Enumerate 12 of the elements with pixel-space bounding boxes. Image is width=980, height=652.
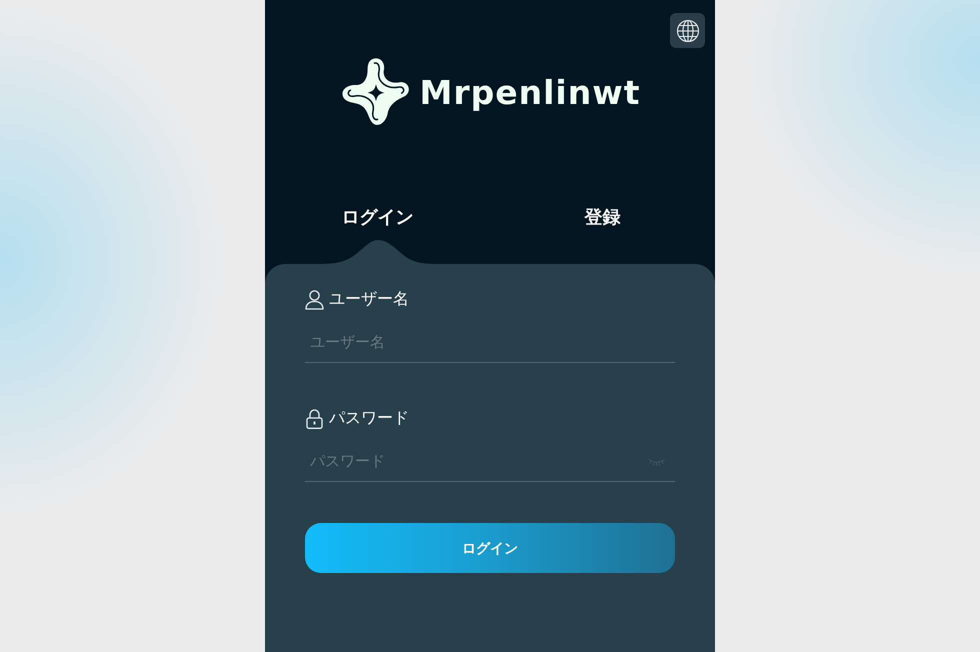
- logo-text: Mrpenlinwt: [420, 76, 640, 108]
- lock-icon: [305, 409, 324, 429]
- tab[interactable]: ログイン: [265, 178, 490, 264]
- person-icon: [305, 290, 324, 310]
- logo-icon: [340, 57, 412, 127]
- password-field[interactable]: パスワード: [305, 442, 675, 482]
- tab[interactable]: 登録: [490, 178, 715, 264]
- field-label: ユーザー名: [329, 290, 409, 310]
- field-label: パスワード: [329, 409, 409, 429]
- language-button[interactable]: [670, 13, 705, 48]
- globe-icon: [676, 18, 700, 42]
- username-field[interactable]: ユーザー名: [305, 323, 675, 363]
